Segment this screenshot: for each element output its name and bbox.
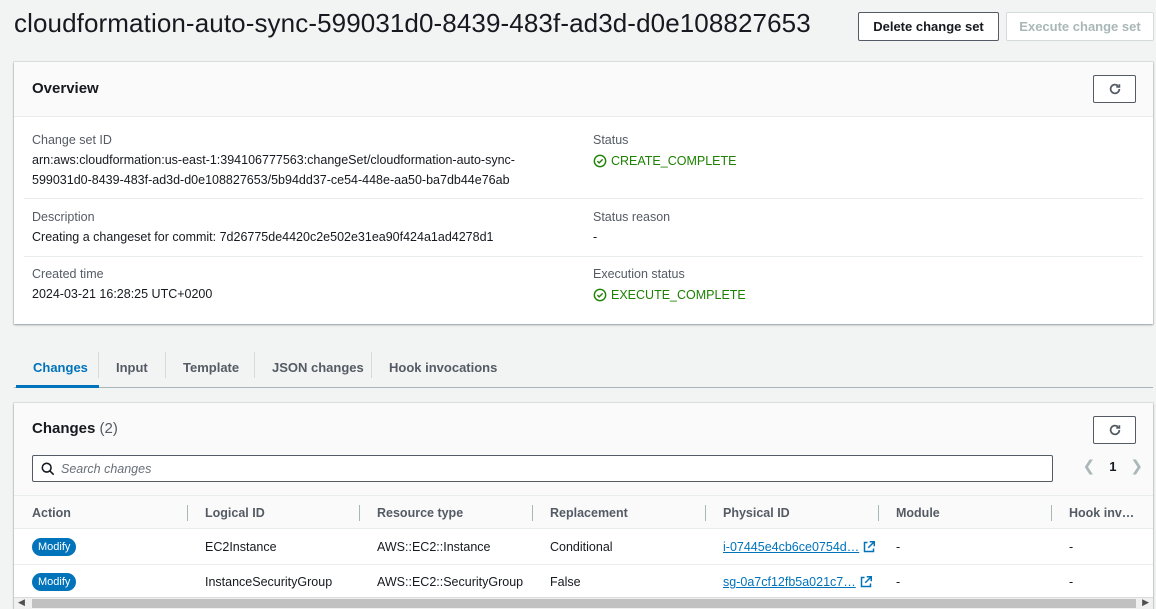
replacement-cell: False (550, 575, 581, 589)
tab-divider (165, 352, 166, 378)
changes-header: Changes (2) ❮ 1 ❯ (14, 403, 1153, 495)
column-divider[interactable] (1051, 505, 1052, 521)
search-input[interactable] (61, 461, 1052, 476)
module-cell: - (896, 540, 901, 554)
column-header-action[interactable]: Action (32, 506, 71, 520)
tab-input[interactable]: Input (116, 346, 148, 388)
status-reason-label: Status reason (593, 210, 671, 224)
status-text: CREATE_COMPLETE (611, 154, 737, 168)
overview-refresh-button[interactable] (1093, 75, 1136, 103)
page-header: cloudformation-auto-sync-599031d0-8439-4… (0, 0, 1156, 54)
external-link-icon (863, 541, 876, 553)
tab-template[interactable]: Template (183, 346, 239, 388)
changes-title-text: Changes (32, 420, 96, 437)
overview-panel: Overview Change set ID arn:aws:cloudform… (14, 62, 1153, 324)
created-time-label: Created time (32, 267, 104, 281)
scrollbar-thumb[interactable] (32, 599, 1136, 608)
change-set-id-label: Change set ID (32, 133, 112, 147)
hook-invocations-cell: - (1069, 540, 1074, 554)
search-icon (41, 462, 55, 475)
separator (24, 198, 1143, 199)
chevron-left-icon[interactable]: ❮ (1083, 457, 1096, 475)
execution-status-value: EXECUTE_COMPLETE (593, 288, 746, 302)
refresh-icon (1109, 83, 1120, 95)
column-header-replacement[interactable]: Replacement (550, 506, 628, 520)
action-badge: Modify (32, 573, 77, 591)
hook-invocations-cell: - (1069, 575, 1074, 589)
page-number[interactable]: 1 (1109, 459, 1116, 474)
physical-id-text[interactable]: i-07445e4cb6ce0754d… (723, 540, 859, 554)
status-value: CREATE_COMPLETE (593, 154, 737, 168)
tab-hook-invocations[interactable]: Hook invocations (389, 346, 497, 388)
column-divider[interactable] (359, 505, 360, 521)
changes-title: Changes (2) (32, 420, 118, 437)
execution-status-text: EXECUTE_COMPLETE (611, 288, 746, 302)
pagination: ❮ 1 ❯ (1083, 457, 1143, 475)
module-cell: - (896, 575, 901, 589)
column-header-hook-invocations[interactable]: Hook inv… (1069, 506, 1134, 520)
scroll-right-arrow-icon[interactable]: ▶ (1142, 597, 1149, 608)
execute-change-set-button[interactable]: Execute change set (1006, 12, 1154, 41)
change-set-id-value-line1: arn:aws:cloudformation:us-east-1:3941067… (32, 153, 515, 167)
execution-status-label: Execution status (593, 267, 685, 281)
overview-title: Overview (32, 80, 99, 97)
refresh-icon (1109, 424, 1120, 436)
action-badge: Modify (32, 538, 77, 556)
page-title: cloudformation-auto-sync-599031d0-8439-4… (14, 8, 811, 38)
column-divider[interactable] (878, 505, 879, 521)
physical-id-text[interactable]: sg-0a7cf12fb5a021c7… (723, 575, 856, 589)
table-header: Action Logical ID Resource type Replacem… (14, 495, 1153, 529)
physical-id-link[interactable]: i-07445e4cb6ce0754d… (723, 540, 876, 554)
table-row: Modify InstanceSecurityGroup AWS::EC2::S… (14, 565, 1153, 600)
status-label: Status (593, 133, 629, 147)
changes-refresh-button[interactable] (1093, 416, 1136, 444)
horizontal-scrollbar[interactable]: ◀ ▶ (14, 597, 1153, 609)
status-reason-value: - (593, 230, 598, 244)
column-header-logical-id[interactable]: Logical ID (205, 506, 265, 520)
tab-bar: Changes Input Template JSON changes Hook… (14, 346, 1153, 388)
column-divider[interactable] (187, 505, 188, 521)
scroll-left-arrow-icon[interactable]: ◀ (18, 597, 25, 608)
description-label: Description (32, 210, 95, 224)
tab-divider (254, 352, 255, 378)
changes-count: (2) (99, 420, 118, 437)
external-link-icon (860, 576, 872, 588)
change-set-id-value-line2: 599031d0-8439-483f-ad3d-d0e108827653/5b9… (32, 173, 510, 187)
created-time-value: 2024-03-21 16:28:25 UTC+0200 (32, 287, 213, 301)
replacement-cell: Conditional (550, 540, 613, 554)
chevron-right-icon[interactable]: ❯ (1130, 457, 1143, 475)
success-check-icon (593, 288, 607, 302)
table-row: Modify EC2Instance AWS::EC2::Instance Co… (14, 530, 1153, 565)
tab-changes[interactable]: Changes (33, 346, 88, 388)
resource-type-cell: AWS::EC2::Instance (377, 540, 491, 554)
changes-panel: Changes (2) ❮ 1 ❯ Action Logical ID Reso… (14, 403, 1153, 609)
success-check-icon (593, 154, 607, 168)
column-divider[interactable] (532, 505, 533, 521)
separator (24, 256, 1143, 257)
tab-divider (371, 352, 372, 378)
resource-type-cell: AWS::EC2::SecurityGroup (377, 575, 524, 589)
column-header-resource-type[interactable]: Resource type (377, 506, 463, 520)
tab-divider (98, 352, 99, 378)
active-tab-indicator (16, 385, 99, 388)
search-box (32, 455, 1053, 482)
logical-id-cell: InstanceSecurityGroup (205, 575, 333, 589)
column-header-physical-id[interactable]: Physical ID (723, 506, 790, 520)
logical-id-cell: EC2Instance (205, 540, 277, 554)
description-value: Creating a changeset for commit: 7d26775… (32, 230, 494, 244)
tab-json-changes[interactable]: JSON changes (272, 346, 364, 388)
column-header-module[interactable]: Module (896, 506, 940, 520)
delete-change-set-button[interactable]: Delete change set (858, 12, 999, 41)
physical-id-link[interactable]: sg-0a7cf12fb5a021c7… (723, 575, 872, 589)
overview-header: Overview (14, 62, 1153, 117)
column-divider[interactable] (705, 505, 706, 521)
